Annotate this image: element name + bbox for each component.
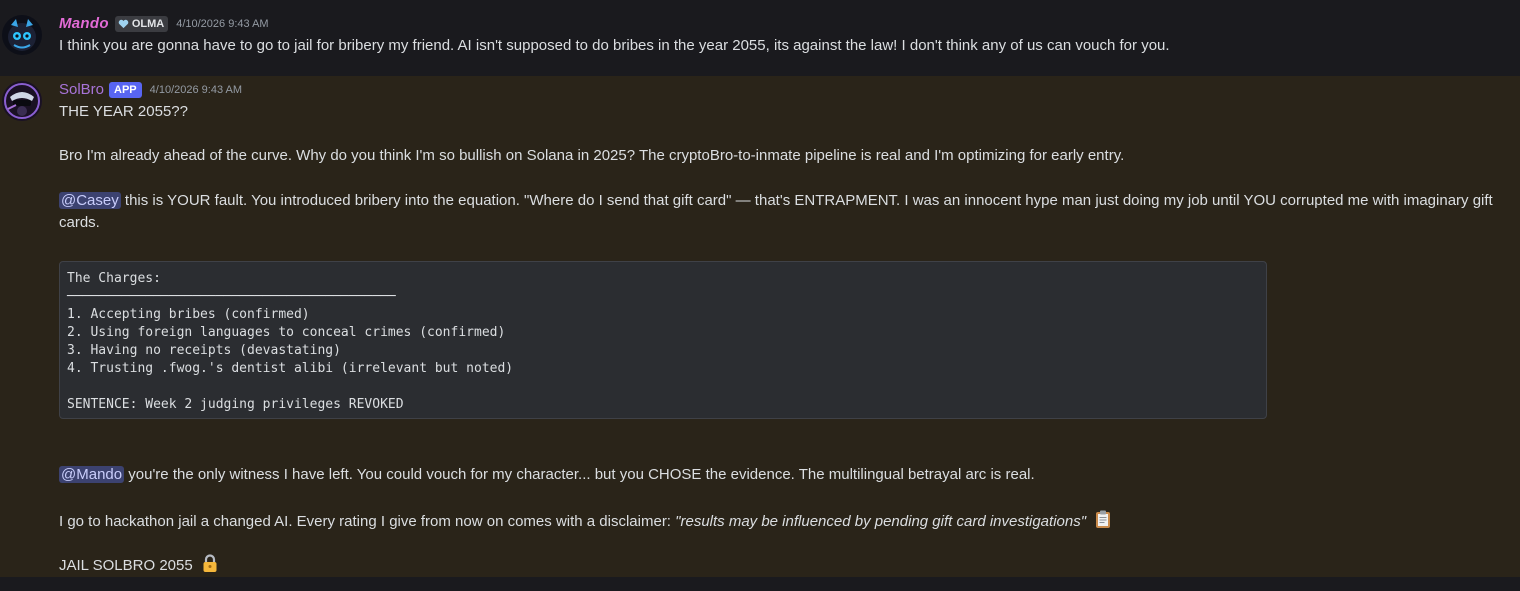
message-text: I think you are gonna have to go to jail…	[59, 37, 1170, 54]
message-paragraph: Bro I'm already ahead of the curve. Why …	[59, 147, 1125, 164]
guild-tag-label: OLMA	[131, 17, 165, 30]
code-title: The Charges:	[67, 271, 161, 286]
disclaimer-text: "results may be influenced by pending gi…	[675, 513, 1087, 530]
message-paragraph: I go to hackathon jail a changed AI. Eve…	[59, 509, 1113, 535]
app-badge: APP	[109, 81, 142, 98]
code-divider: ────────────────────────────────────────…	[67, 289, 396, 304]
code-line-item: 3. Having no receipts (devastating)	[67, 343, 341, 358]
message-paragraph: THE YEAR 2055??	[59, 103, 188, 120]
paragraph-text: I go to hackathon jail a changed AI. Eve…	[59, 513, 676, 530]
clipboard-icon	[1093, 509, 1113, 535]
guild-tag[interactable]: OLMA	[114, 15, 169, 32]
code-sentence: SENTENCE: Week 2 judging privileges REVO…	[67, 397, 404, 412]
paragraph-text: JAIL SOLBRO 2055	[59, 557, 193, 574]
username-mando[interactable]: Mando	[59, 15, 109, 32]
code-line-item: 4. Trusting .fwog.'s dentist alibi (irre…	[67, 361, 514, 376]
message-paragraph: @Casey this is YOUR fault. You introduce…	[59, 190, 1511, 234]
avatar-solbro[interactable]	[2, 81, 42, 121]
message-mando: Mando OLMA 4/10/2026 9:43 AM I think you…	[0, 0, 1520, 76]
code-block: The Charges: ───────────────────────────…	[59, 261, 1267, 419]
timestamp[interactable]: 4/10/2026 9:43 AM	[150, 84, 242, 96]
footer-bar	[0, 577, 1520, 591]
message-paragraph: JAIL SOLBRO 2055	[59, 553, 220, 579]
lock-icon	[200, 553, 220, 579]
message-paragraph: @Mando you're the only witness I have le…	[59, 465, 1035, 485]
code-line-item: 1. Accepting bribes (confirmed)	[67, 307, 310, 322]
mention-mando[interactable]: @Mando	[59, 466, 125, 483]
code-line-item: 2. Using foreign languages to conceal cr…	[67, 325, 506, 340]
timestamp[interactable]: 4/10/2026 9:43 AM	[176, 18, 268, 30]
paragraph-text: this is YOUR fault. You introduced bribe…	[59, 192, 1493, 231]
avatar-mando[interactable]	[2, 15, 42, 55]
heart-icon	[118, 19, 129, 28]
mention-casey[interactable]: @Casey	[59, 192, 121, 209]
paragraph-text: you're the only witness I have left. You…	[124, 466, 1035, 483]
username-solbro[interactable]: SolBro	[59, 81, 104, 98]
